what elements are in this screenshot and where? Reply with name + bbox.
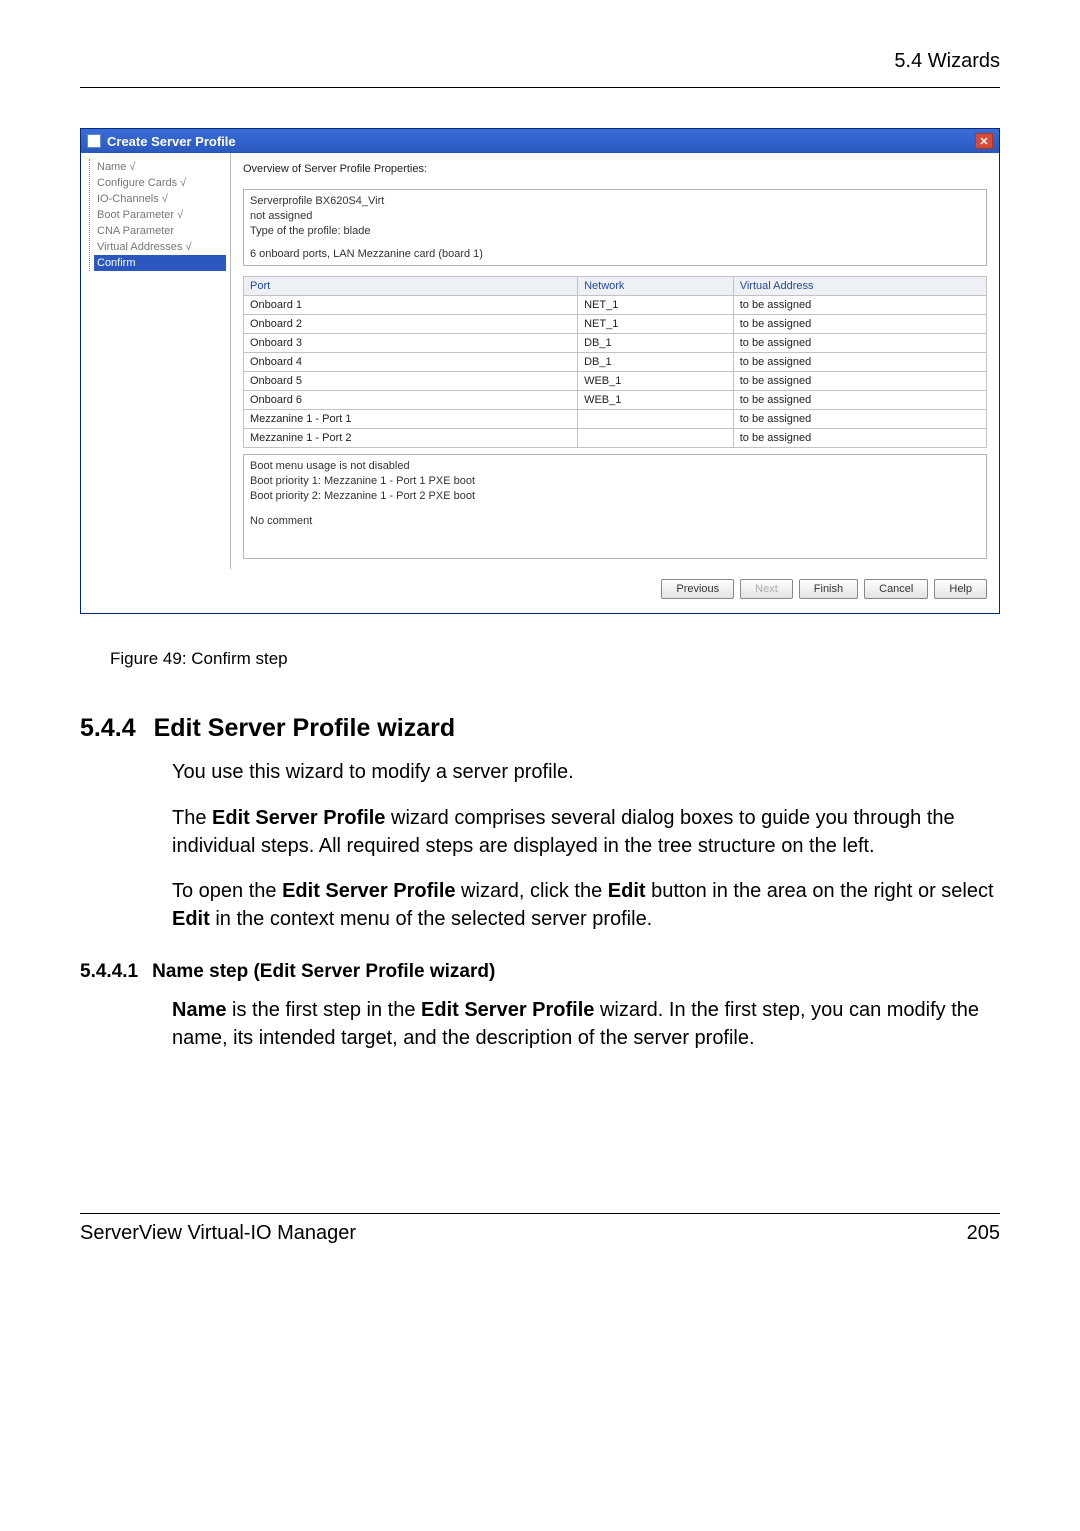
table-row: Mezzanine 1 - Port 2 to be assigned: [244, 429, 987, 448]
para-544-2: The Edit Server Profile wizard comprises…: [172, 805, 1000, 860]
header-section-ref: 5.4 Wizards: [80, 50, 1000, 73]
tree-item-name[interactable]: Name √: [94, 159, 226, 175]
table-row: Mezzanine 1 - Port 1 to be assigned: [244, 410, 987, 429]
footer-page-number: 205: [967, 1222, 1000, 1245]
summary-line-ports: 6 onboard ports, LAN Mezzanine card (boa…: [250, 247, 980, 262]
table-row: Onboard 3DB_1to be assigned: [244, 334, 987, 353]
boot-summary-box: Boot menu usage is not disabled Boot pri…: [243, 454, 987, 559]
previous-button[interactable]: Previous: [661, 579, 734, 599]
table-row: Onboard 2NET_1to be assigned: [244, 315, 987, 334]
finish-button[interactable]: Finish: [799, 579, 858, 599]
text-span: in the context menu of the selected serv…: [210, 908, 652, 930]
cell-port: Onboard 1: [244, 296, 578, 315]
cell-addr: to be assigned: [733, 353, 986, 372]
next-button: Next: [740, 579, 793, 599]
bold-edit-server-profile: Edit Server Profile: [421, 999, 594, 1021]
text-span: The: [172, 807, 212, 829]
help-button[interactable]: Help: [934, 579, 987, 599]
tree-item-cna-parameter[interactable]: CNA Parameter: [94, 223, 226, 239]
col-port: Port: [244, 277, 578, 296]
col-virtual-address: Virtual Address: [733, 277, 986, 296]
bold-edit-server-profile: Edit Server Profile: [282, 880, 455, 902]
para-544-3: To open the Edit Server Profile wizard, …: [172, 878, 1000, 933]
summary-line-type: Type of the profile: blade: [250, 224, 980, 239]
tree-item-io-channels[interactable]: IO-Channels √: [94, 191, 226, 207]
section-heading-544: 5.4.4 Edit Server Profile wizard: [80, 714, 1000, 743]
tree-item-virtual-addresses[interactable]: Virtual Addresses √: [94, 239, 226, 255]
close-icon[interactable]: ✕: [975, 133, 993, 149]
cell-network: [578, 410, 734, 429]
wizard-tree: Name √ Configure Cards √ IO-Channels √ B…: [81, 153, 231, 569]
cell-addr: to be assigned: [733, 334, 986, 353]
bold-edit: Edit: [172, 908, 210, 930]
cell-network: [578, 429, 734, 448]
tree-item-configure-cards[interactable]: Configure Cards √: [94, 175, 226, 191]
cell-addr: to be assigned: [733, 410, 986, 429]
ports-table: Port Network Virtual Address Onboard 1NE…: [243, 276, 987, 448]
create-server-profile-dialog: Create Server Profile ✕ Name √ Configure…: [80, 128, 1000, 614]
subsection-number: 5.4.4.1: [80, 961, 138, 983]
cell-network: NET_1: [578, 296, 734, 315]
para-544-1: You use this wizard to modify a server p…: [172, 759, 1000, 787]
boot-line-priority2: Boot priority 2: Mezzanine 1 - Port 2 PX…: [250, 489, 980, 504]
summary-line-profile: Serverprofile BX620S4_Virt: [250, 194, 980, 209]
cell-port: Onboard 2: [244, 315, 578, 334]
cell-port: Onboard 3: [244, 334, 578, 353]
cell-network: DB_1: [578, 334, 734, 353]
dialog-footer: Previous Next Finish Cancel Help: [81, 569, 999, 613]
text-span: wizard, click the: [456, 880, 608, 902]
cell-port: Mezzanine 1 - Port 1: [244, 410, 578, 429]
footer-rule: [80, 1213, 1000, 1214]
footer-left: ServerView Virtual-IO Manager: [80, 1222, 356, 1245]
boot-line-usage: Boot menu usage is not disabled: [250, 459, 980, 474]
cancel-button[interactable]: Cancel: [864, 579, 928, 599]
table-row: Onboard 5WEB_1to be assigned: [244, 372, 987, 391]
profile-summary-box: Serverprofile BX620S4_Virt not assigned …: [243, 189, 987, 266]
col-network: Network: [578, 277, 734, 296]
dialog-main: Overview of Server Profile Properties: S…: [231, 153, 999, 569]
cell-addr: to be assigned: [733, 391, 986, 410]
section-title: Edit Server Profile wizard: [154, 714, 456, 743]
boot-line-priority1: Boot priority 1: Mezzanine 1 - Port 1 PX…: [250, 474, 980, 489]
cell-addr: to be assigned: [733, 372, 986, 391]
text-span: button in the area on the right or selec…: [646, 880, 994, 902]
table-row: Onboard 6WEB_1to be assigned: [244, 391, 987, 410]
summary-line-assigned: not assigned: [250, 209, 980, 224]
dialog-title: Create Server Profile: [107, 134, 236, 149]
dialog-app-icon: [87, 134, 101, 148]
cell-network: WEB_1: [578, 372, 734, 391]
figure-caption: Figure 49: Confirm step: [110, 649, 1000, 669]
page-footer: ServerView Virtual-IO Manager 205: [80, 1213, 1000, 1245]
subsection-title: Name step (Edit Server Profile wizard): [152, 961, 495, 983]
section-number: 5.4.4: [80, 714, 136, 743]
para-5441-1: Name is the first step in the Edit Serve…: [172, 997, 1000, 1052]
table-row: Onboard 1NET_1to be assigned: [244, 296, 987, 315]
cell-network: WEB_1: [578, 391, 734, 410]
cell-port: Onboard 6: [244, 391, 578, 410]
table-row: Onboard 4DB_1to be assigned: [244, 353, 987, 372]
header-rule: [80, 87, 1000, 88]
text-span: is the first step in the: [226, 999, 421, 1021]
cell-addr: to be assigned: [733, 315, 986, 334]
cell-addr: to be assigned: [733, 429, 986, 448]
text-span: To open the: [172, 880, 282, 902]
cell-port: Onboard 4: [244, 353, 578, 372]
boot-line-comment: No comment: [250, 514, 980, 529]
cell-port: Mezzanine 1 - Port 2: [244, 429, 578, 448]
overview-label: Overview of Server Profile Properties:: [243, 163, 987, 175]
bold-name: Name: [172, 999, 226, 1021]
cell-network: NET_1: [578, 315, 734, 334]
cell-addr: to be assigned: [733, 296, 986, 315]
tree-item-boot-parameter[interactable]: Boot Parameter √: [94, 207, 226, 223]
cell-port: Onboard 5: [244, 372, 578, 391]
bold-edit-server-profile: Edit Server Profile: [212, 807, 385, 829]
cell-network: DB_1: [578, 353, 734, 372]
bold-edit: Edit: [608, 880, 646, 902]
dialog-titlebar: Create Server Profile ✕: [81, 129, 999, 153]
tree-item-confirm[interactable]: Confirm: [94, 255, 226, 271]
section-heading-5441: 5.4.4.1 Name step (Edit Server Profile w…: [80, 961, 1000, 983]
